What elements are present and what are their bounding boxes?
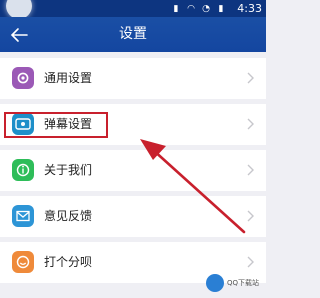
signal-icon: ▮ [173, 3, 179, 14]
highlight-box [4, 112, 108, 138]
settings-row-label: 通用设置 [44, 71, 93, 85]
wifi-icon: ◠ [187, 3, 195, 14]
smile-icon [12, 251, 34, 273]
settings-row-general[interactable]: 通用设置 [0, 58, 266, 99]
watermark: QQ下载站 [206, 272, 260, 294]
info-icon [12, 159, 34, 181]
chevron-right-icon [247, 72, 254, 84]
alarm-icon: ◔ [202, 3, 210, 14]
status-time: 4:33 [237, 2, 262, 15]
settings-row-feedback[interactable]: 意见反馈 [0, 196, 266, 237]
settings-row-label: 打个分呗 [44, 255, 93, 269]
chevron-right-icon [247, 210, 254, 222]
chevron-right-icon [247, 118, 254, 130]
settings-row-about[interactable]: 关于我们 [0, 150, 266, 191]
status-icons: ▮ ◠ ◔ ▮ [171, 3, 226, 14]
battery-icon: ▮ [218, 3, 224, 14]
settings-row-label: 意见反馈 [44, 209, 93, 223]
status-bar: ▮ ◠ ◔ ▮ 4:33 [0, 0, 266, 19]
chevron-right-icon [247, 164, 254, 176]
watermark-text: QQ下载站 [227, 279, 260, 287]
gear-icon [12, 67, 34, 89]
page-title: 设置 [119, 26, 147, 42]
settings-row-label: 关于我们 [44, 163, 93, 177]
title-bar: 设置 [0, 17, 266, 52]
settings-screen: ▮ ◠ ◔ ▮ 4:33 设置 通用设置 弹幕设置 关于我们 意见反馈 打个分呗… [0, 0, 266, 298]
watermark-logo [206, 274, 224, 292]
chevron-right-icon [247, 256, 254, 268]
mail-icon [12, 205, 34, 227]
